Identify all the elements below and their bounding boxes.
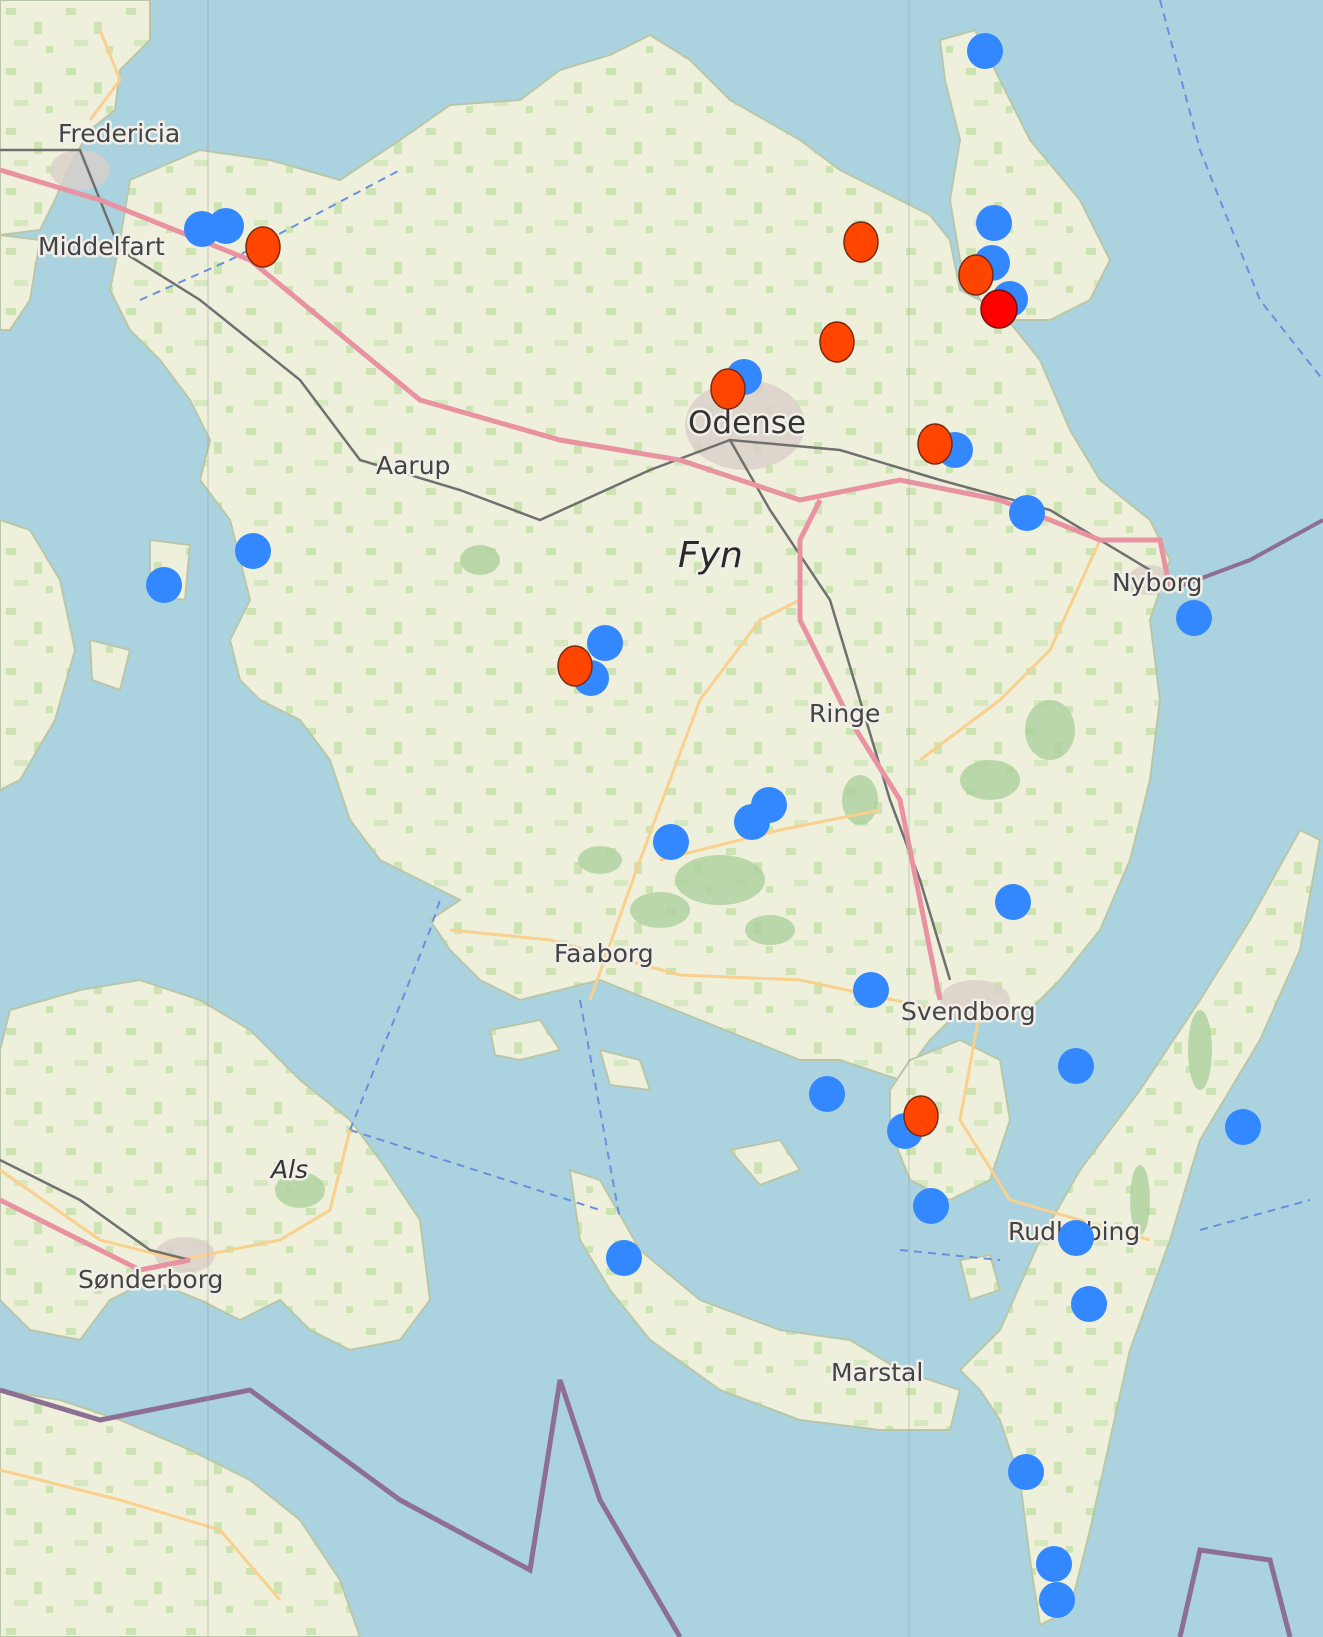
map-marker-orange[interactable] bbox=[245, 226, 281, 268]
label-nyborg: Nyborg bbox=[1112, 568, 1202, 597]
map-marker-orange[interactable] bbox=[903, 1095, 939, 1137]
map-marker-blue[interactable] bbox=[1176, 600, 1212, 636]
map-marker-blue[interactable] bbox=[995, 884, 1031, 920]
map-marker-orange[interactable] bbox=[710, 368, 746, 410]
map-marker-blue[interactable] bbox=[1071, 1286, 1107, 1322]
label-svendborg: Svendborg bbox=[901, 997, 1036, 1026]
map-canvas: Fredericia Middelfart Odense Aarup Fyn N… bbox=[0, 0, 1323, 1637]
map-marker-blue[interactable] bbox=[913, 1188, 949, 1224]
map-marker-blue[interactable] bbox=[734, 804, 770, 840]
map-marker-orange[interactable] bbox=[843, 221, 879, 263]
label-fyn: Fyn bbox=[678, 535, 743, 576]
map-marker-orange[interactable] bbox=[557, 645, 593, 687]
map-marker-orange[interactable] bbox=[958, 254, 994, 296]
label-ringe: Ringe bbox=[809, 699, 880, 728]
map-marker-blue[interactable] bbox=[853, 972, 889, 1008]
label-als: Als bbox=[269, 1155, 308, 1184]
map-marker-blue[interactable] bbox=[208, 208, 244, 244]
map-marker-blue[interactable] bbox=[809, 1076, 845, 1112]
map-marker-blue[interactable] bbox=[606, 1240, 642, 1276]
map-marker-blue[interactable] bbox=[1008, 1454, 1044, 1490]
label-fredericia: Fredericia bbox=[58, 119, 180, 148]
map-marker-blue[interactable] bbox=[1058, 1220, 1094, 1256]
map-marker-blue[interactable] bbox=[1039, 1582, 1075, 1618]
map-marker-blue[interactable] bbox=[976, 205, 1012, 241]
map-marker-orange[interactable] bbox=[819, 321, 855, 363]
map-marker-red[interactable] bbox=[980, 289, 1018, 329]
map-marker-blue[interactable] bbox=[587, 625, 623, 661]
map-view[interactable]: Fredericia Middelfart Odense Aarup Fyn N… bbox=[0, 0, 1323, 1637]
label-sonderborg: Sønderborg bbox=[78, 1265, 223, 1294]
label-aarup: Aarup bbox=[376, 451, 450, 480]
map-marker-blue[interactable] bbox=[1058, 1048, 1094, 1084]
map-marker-blue[interactable] bbox=[235, 533, 271, 569]
label-middelfart: Middelfart bbox=[38, 232, 165, 261]
map-marker-blue[interactable] bbox=[146, 567, 182, 603]
map-marker-blue[interactable] bbox=[1009, 495, 1045, 531]
map-marker-orange[interactable] bbox=[917, 423, 953, 465]
map-marker-blue[interactable] bbox=[653, 824, 689, 860]
map-marker-blue[interactable] bbox=[967, 33, 1003, 69]
label-faaborg: Faaborg bbox=[554, 939, 654, 968]
map-marker-blue[interactable] bbox=[1225, 1109, 1261, 1145]
label-odense: Odense bbox=[688, 405, 806, 441]
map-marker-blue[interactable] bbox=[1036, 1546, 1072, 1582]
